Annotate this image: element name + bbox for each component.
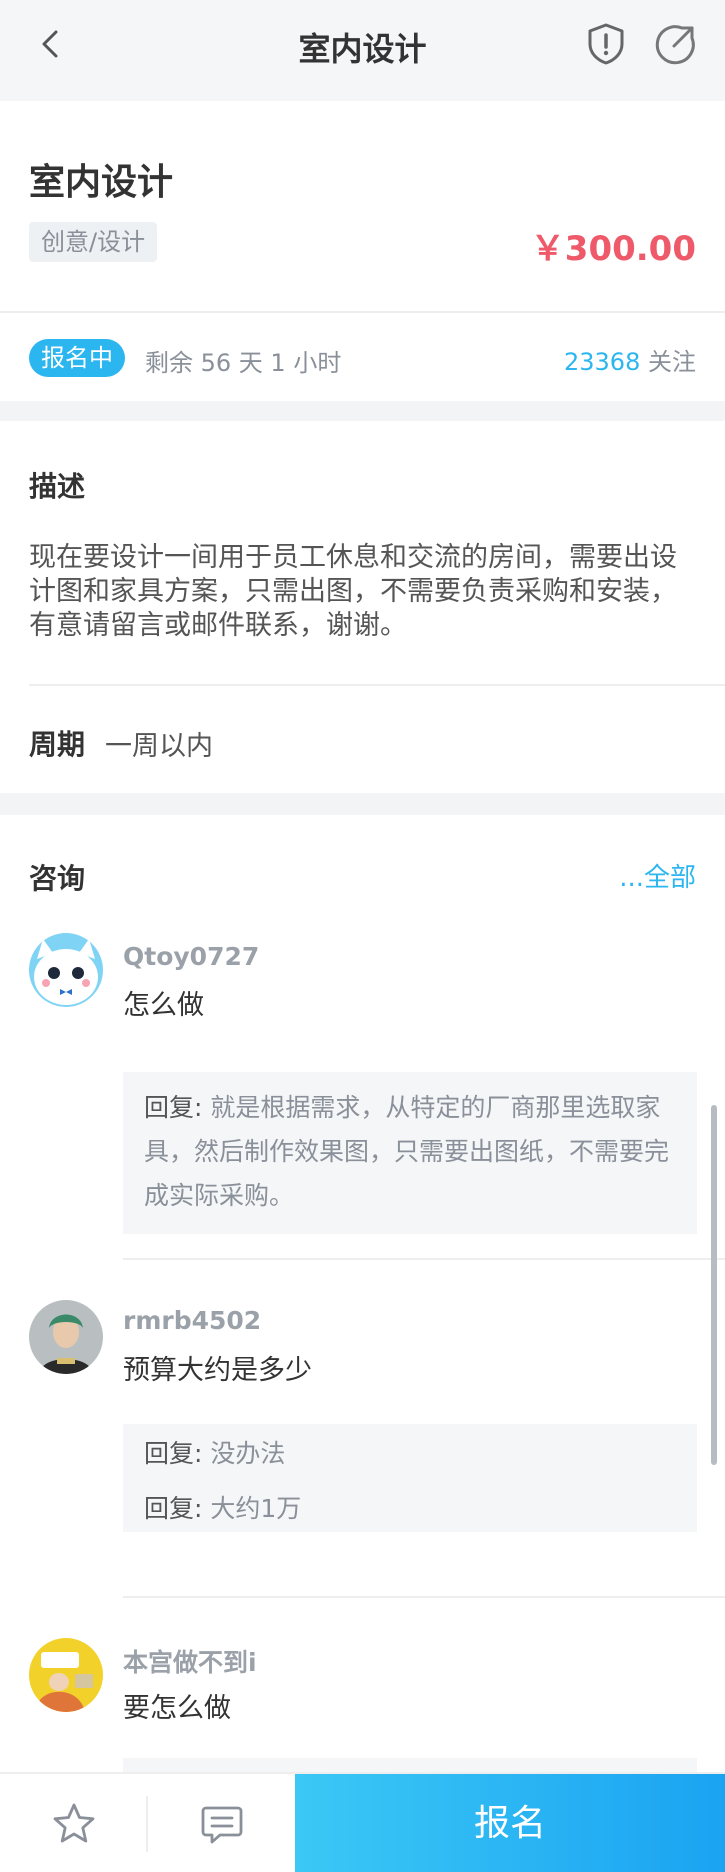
top-bar: 室内设计 — [0, 0, 725, 101]
divider — [146, 1796, 148, 1852]
consult-item: rmrb4502 预算大约是多少 回复: 没办法 回复: 大约1万 — [0, 1300, 725, 1570]
comment-icon[interactable] — [198, 1800, 246, 1848]
reply-prefix: 回复: — [144, 1439, 203, 1468]
reply-text: 回复: 大约1万 — [144, 1487, 684, 1531]
description-card: 描述 现在要设计一间用于员工休息和交流的房间，需要出设计图和家具方案，只需出图，… — [0, 421, 725, 793]
follow-label: 关注 — [640, 348, 696, 376]
favorite-star-icon[interactable] — [50, 1800, 98, 1848]
scrollbar[interactable] — [711, 1105, 717, 1465]
remaining-time: 剩余 56 天 1 小时 — [145, 349, 342, 377]
period-value: 一周以内 — [105, 731, 213, 762]
avatar[interactable] — [29, 1638, 103, 1712]
category-tag: 创意/设计 — [29, 222, 158, 262]
consultation-card: 咨询 ...全部 Qtoy0727 怎么做 回复: 就是根据需求，从特定的厂商那… — [0, 815, 725, 1872]
username: rmrb4502 — [123, 1306, 262, 1335]
consult-item: 本宫做不到i 要怎么做 — [0, 1638, 725, 1778]
reply-box: 回复: 没办法 回复: 大约1万 — [123, 1424, 697, 1532]
bottom-action-bar: 报名 — [0, 1772, 725, 1872]
reply-box: 回复: 就是根据需求，从特定的厂商那里选取家具，然后制作效果图，只需要出图纸，不… — [123, 1072, 697, 1234]
divider — [0, 311, 725, 313]
question-text: 怎么做 — [123, 990, 204, 1021]
user-photo-avatar — [29, 1638, 103, 1712]
divider — [29, 684, 725, 686]
reply-text: 回复: 就是根据需求，从特定的厂商那里选取家具，然后制作效果图，只需要出图纸，不… — [144, 1086, 684, 1218]
reply-prefix: 回复: — [144, 1494, 203, 1523]
period-label: 周期 — [29, 728, 86, 761]
divider — [123, 1258, 725, 1260]
reply-text: 回复: 没办法 — [144, 1432, 684, 1476]
project-header-card: 室内设计 创意/设计 ￥300.00 报名中 剩余 56 天 1 小时 2336… — [0, 101, 725, 401]
avatar[interactable] — [29, 1300, 103, 1374]
consult-item: Qtoy0727 怎么做 回复: 就是根据需求，从特定的厂商那里选取家具，然后制… — [0, 933, 725, 1234]
question-text: 要怎么做 — [123, 1693, 231, 1724]
consultation-heading: 咨询 — [29, 862, 86, 895]
report-shield-icon[interactable] — [582, 20, 630, 68]
reply-prefix: 回复: — [144, 1093, 203, 1122]
follow-count[interactable]: 23368 关注 — [564, 342, 696, 377]
description-text: 现在要设计一间用于员工休息和交流的房间，需要出设计图和家具方案，只需出图，不需要… — [29, 542, 677, 641]
view-all-link[interactable]: ...全部 — [619, 857, 696, 894]
cartoon-avatar-icon — [29, 933, 103, 1007]
signup-button[interactable]: 报名 — [295, 1774, 725, 1872]
question-text: 预算大约是多少 — [123, 1355, 312, 1386]
divider — [123, 1596, 725, 1598]
share-icon[interactable] — [652, 20, 700, 68]
reply-content: 就是根据需求，从特定的厂商那里选取家具，然后制作效果图，只需要出图纸，不需要完成… — [144, 1093, 670, 1210]
avatar[interactable] — [29, 933, 103, 1007]
status-badge: 报名中 — [29, 339, 125, 377]
username: Qtoy0727 — [123, 942, 260, 971]
description-heading: 描述 — [29, 470, 86, 503]
user-photo-avatar — [29, 1300, 103, 1374]
username: 本宫做不到i — [123, 1648, 257, 1677]
reply-content: 没办法 — [210, 1439, 286, 1468]
price-label: ￥300.00 — [530, 229, 696, 269]
follow-number: 23368 — [564, 348, 641, 376]
reply-content: 大约1万 — [210, 1494, 302, 1523]
project-title: 室内设计 — [29, 162, 174, 203]
